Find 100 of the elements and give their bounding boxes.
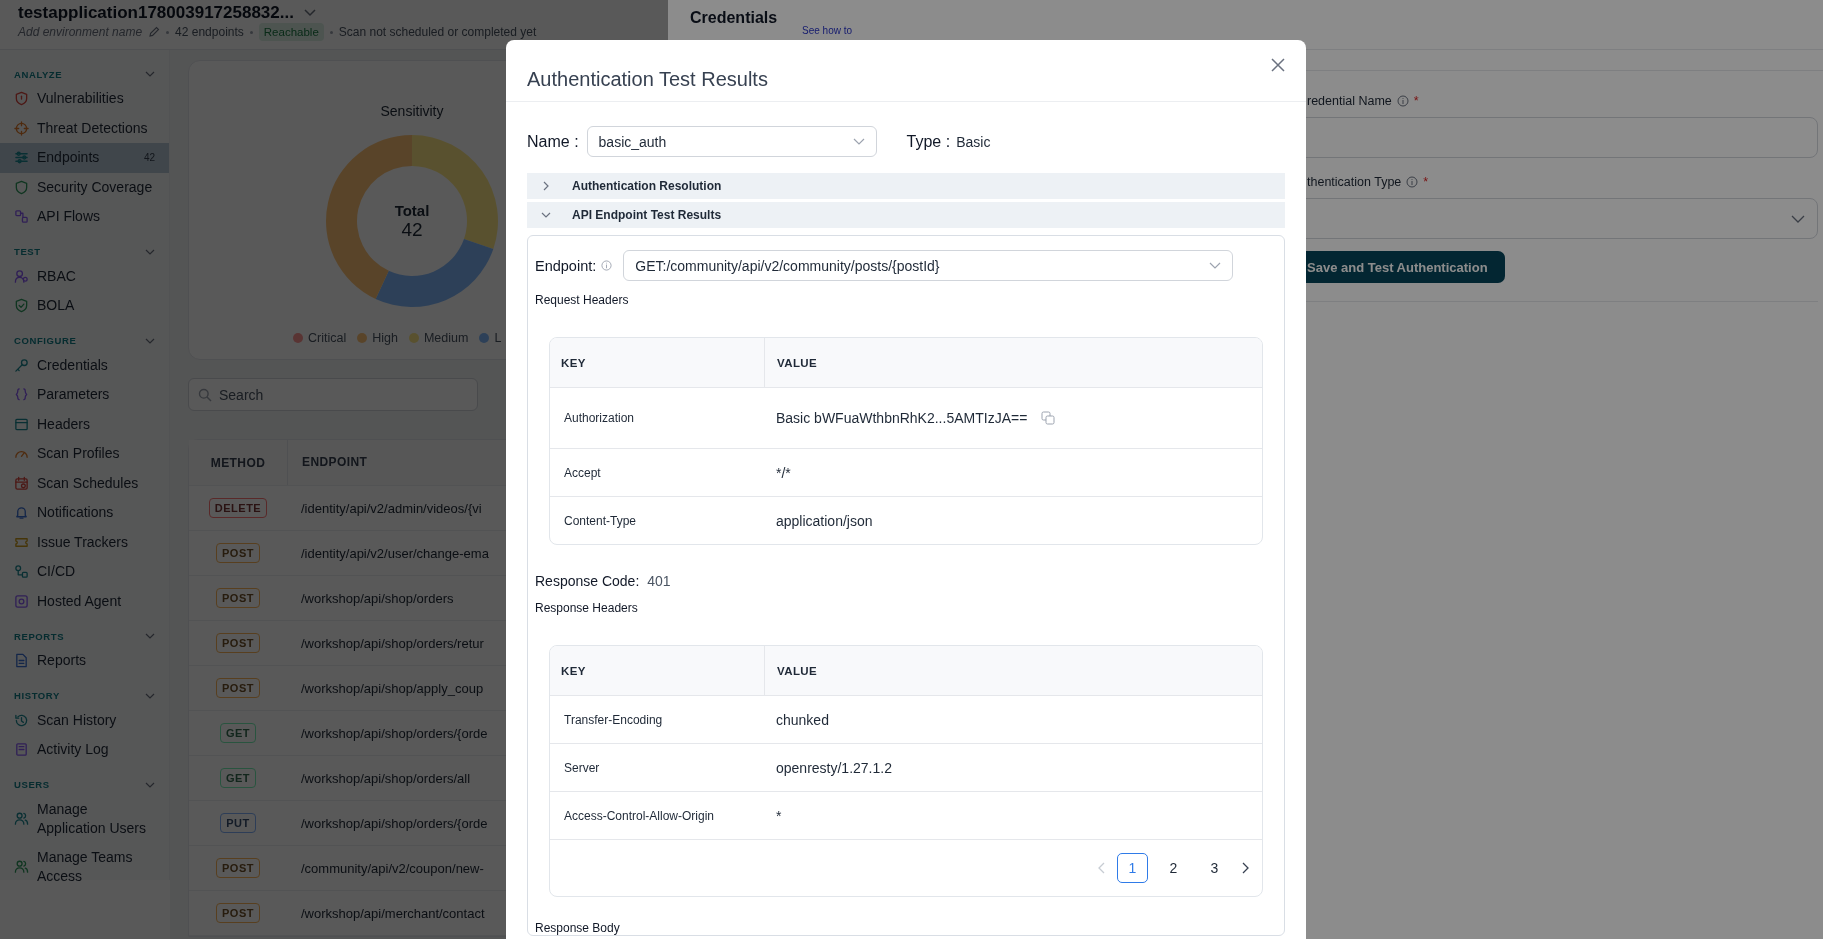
endpoint-path[interactable]: /workshop/api/shop/orders/retur [287, 635, 484, 651]
chevron-down-icon[interactable] [145, 71, 155, 77]
sidebar-item[interactable]: Issue Trackers [0, 527, 169, 557]
page-button[interactable]: 1 [1117, 853, 1148, 883]
column-header: KEY [560, 663, 587, 679]
sidebar-item[interactable]: Threat Detections [0, 113, 169, 143]
name-label: Name : [527, 132, 579, 151]
field-label: thentication Type [1307, 175, 1402, 189]
nodes-icon [14, 209, 29, 225]
column-header: ENDPOINT [287, 440, 368, 485]
legend-label[interactable]: L [494, 331, 502, 345]
sidebar-item[interactable]: CI/CD [0, 557, 169, 587]
chevron-down-icon[interactable] [303, 8, 316, 17]
nodes-icon [14, 564, 29, 580]
endpoint-path[interactable]: /workshop/api/merchant/contact [287, 905, 485, 921]
column-header: VALUE [764, 646, 1262, 695]
info-icon [1406, 176, 1419, 188]
pencil-icon[interactable] [148, 26, 161, 38]
calendar-icon [14, 475, 29, 491]
header-key: Authorization [550, 388, 764, 448]
chevron-down-icon [852, 138, 865, 145]
section-label: ANALYZE [14, 68, 63, 80]
copy-icon[interactable] [1041, 411, 1056, 425]
method-badge: PUT [220, 813, 256, 833]
required-mark: * [1413, 94, 1419, 108]
chevron-down-icon [1791, 214, 1805, 223]
sidebar-item[interactable]: Headers [0, 409, 169, 439]
method-badge: DELETE [208, 498, 268, 518]
users-icon [14, 859, 29, 874]
chevron-icon [541, 211, 551, 219]
sidebar-item[interactable]: Credentials [0, 350, 169, 380]
name-select[interactable]: basic_auth [586, 126, 877, 157]
history-icon [14, 712, 29, 728]
method-badge: GET [219, 768, 257, 788]
table-icon [14, 416, 29, 432]
application-title[interactable]: testapplication178003917258832... [18, 2, 294, 23]
sidebar-item[interactable]: BOLA [0, 291, 169, 321]
chevron-down-icon [1209, 262, 1222, 269]
sidebar-item[interactable]: Parameters [0, 380, 169, 410]
close-icon[interactable] [1271, 58, 1285, 72]
type-label: Type : [906, 132, 951, 151]
header-value: openresty/1.27.1.2 [776, 759, 892, 776]
chevron-down-icon[interactable] [145, 692, 155, 699]
accordion-header[interactable]: Authentication Resolution [527, 173, 1285, 199]
sliders-icon [14, 150, 29, 166]
sidebar-item[interactable]: RBAC [0, 261, 169, 291]
user-icon [14, 268, 29, 284]
sidebar-item[interactable]: API Flows [0, 202, 169, 232]
sidebar-item[interactable]: Vulnerabilities [0, 84, 169, 114]
sidebar-item[interactable]: Scan Schedules [0, 468, 169, 498]
info-icon [1396, 95, 1409, 107]
method-badge: POST [216, 588, 260, 608]
sidebar-item[interactable]: Manage Teams Access [0, 842, 169, 891]
endpoint-select[interactable]: GET:/community/api/v2/community/posts/{postId} [623, 250, 1234, 281]
chevron-down-icon[interactable] [145, 633, 155, 639]
sidebar-item[interactable]: Manage Application Users [0, 794, 169, 843]
method-badge: POST [216, 543, 260, 563]
method-badge: POST [216, 858, 260, 878]
sidebar-item[interactable]: Reports [0, 646, 169, 676]
accordion-header[interactable]: API Endpoint Test Results [527, 202, 1285, 228]
search-icon [198, 388, 212, 402]
endpoint-path[interactable]: /workshop/api/shop/apply_coup [287, 680, 484, 696]
type-value: Basic [956, 133, 991, 150]
shield-icon [14, 179, 29, 195]
required-mark: * [1423, 175, 1429, 189]
endpoint-path[interactable]: /workshop/api/shop/orders/{orde [287, 725, 488, 741]
help-link[interactable]: See how to [802, 25, 853, 36]
response-code: 401 [647, 573, 671, 589]
next-page-icon[interactable] [1240, 862, 1250, 874]
section-label: HISTORY [14, 690, 60, 701]
section-title: Request Headers [535, 293, 630, 307]
header-key: Access-Control-Allow-Origin [550, 792, 764, 839]
header-value: * [776, 807, 782, 824]
legend-label[interactable]: Critical [308, 331, 347, 345]
sidebar-item[interactable]: Notifications [0, 498, 169, 528]
sidebar-item[interactable]: Scan History [0, 705, 169, 735]
header-key: Server [550, 744, 764, 791]
legend-label[interactable]: Medium [423, 331, 469, 345]
endpoint-path[interactable]: /community/api/v2/coupon/new- [287, 860, 484, 876]
card-title: Sensitivity [380, 103, 444, 119]
header-value: chunked [776, 711, 829, 728]
endpoint-path[interactable]: /workshop/api/shop/orders/{orde [287, 815, 488, 831]
field-label: redential Name [1307, 94, 1392, 108]
users-icon [14, 811, 29, 826]
endpoint-path[interactable]: /identity/api/v2/admin/videos/{vi [287, 500, 482, 516]
sidebar-item[interactable]: Scan Profiles [0, 439, 169, 469]
chevron-down-icon[interactable] [145, 781, 155, 788]
header-value: application/json [776, 512, 873, 529]
method-badge: POST [216, 633, 260, 653]
endpoint-path[interactable]: /workshop/api/shop/orders [287, 590, 454, 606]
legend-label[interactable]: High [372, 331, 398, 345]
chevron-down-icon[interactable] [145, 337, 155, 344]
search-field[interactable]: Search [188, 378, 478, 411]
sidebar-item[interactable]: Activity Log [0, 735, 169, 765]
chevron-down-icon[interactable] [145, 248, 155, 255]
section-label: TEST [14, 246, 41, 257]
endpoint-path[interactable]: /workshop/api/shop/orders/all [287, 770, 471, 786]
info-icon [601, 260, 613, 271]
sidebar-item[interactable]: Hosted Agent [0, 586, 169, 616]
endpoint-path[interactable]: /identity/api/v2/user/change-ema [287, 545, 489, 561]
